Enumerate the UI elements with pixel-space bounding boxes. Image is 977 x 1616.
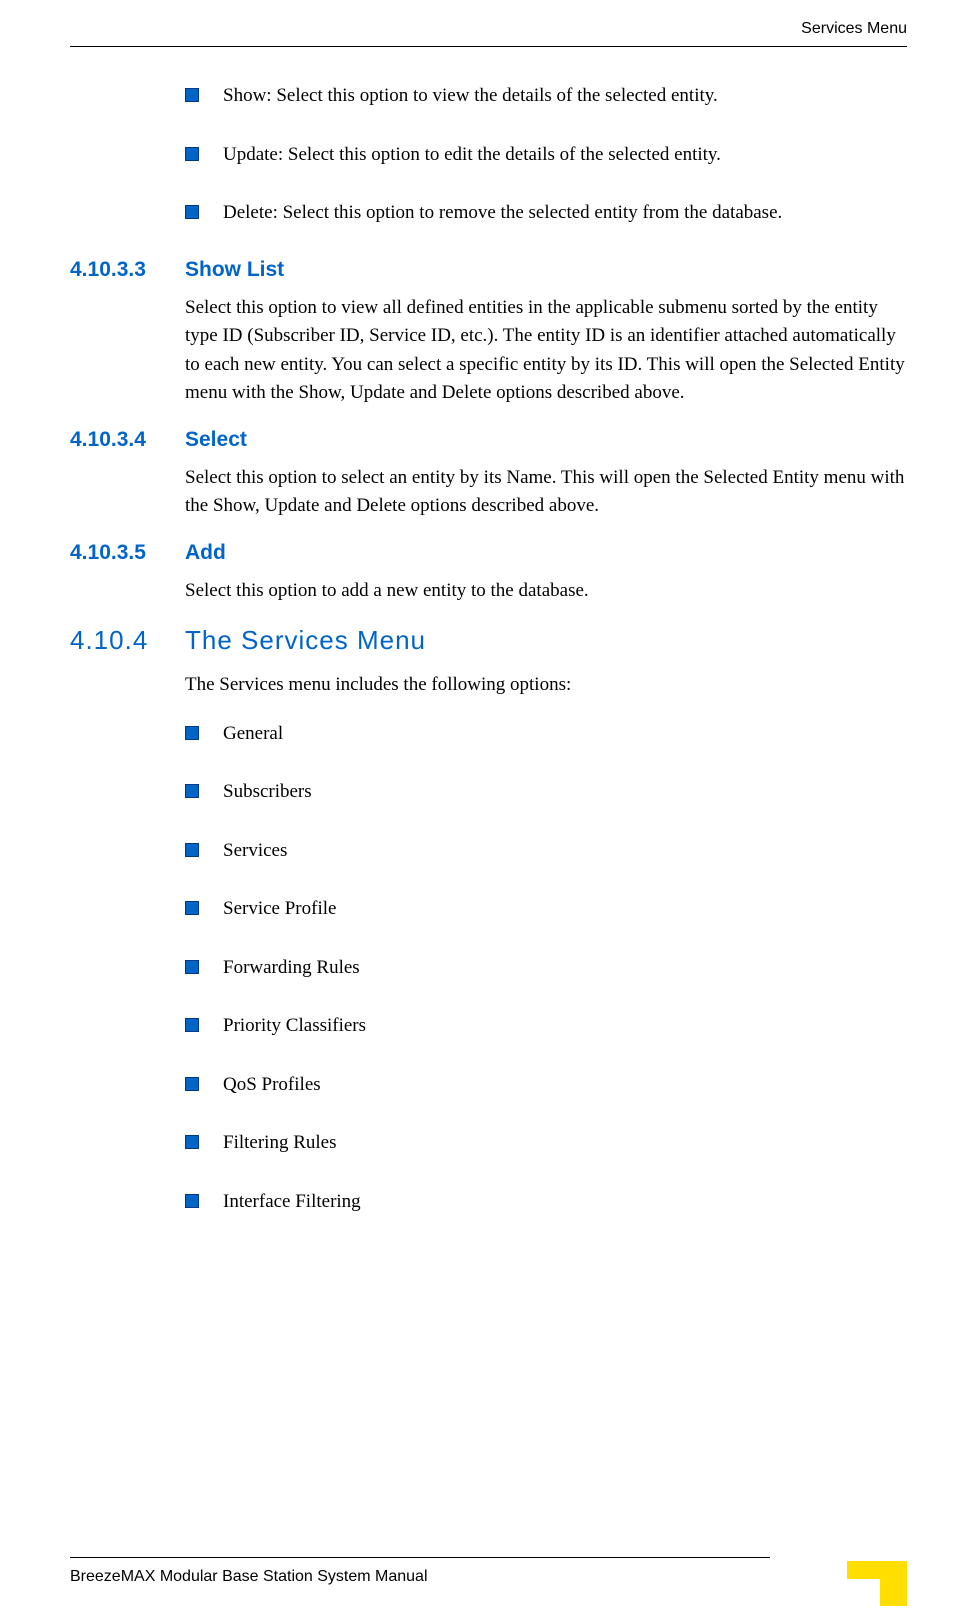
bullet-text: Services xyxy=(223,837,287,866)
section-title: Select xyxy=(185,428,247,452)
bullet-text: QoS Profiles xyxy=(223,1071,321,1100)
section-heading: 4.10.3.3 Show List xyxy=(70,258,907,282)
footer-content: BreezeMAX Modular Base Station System Ma… xyxy=(70,1568,907,1586)
main-section-title: The Services Menu xyxy=(185,625,426,656)
square-bullet-icon xyxy=(185,901,199,915)
list-item: Priority Classifiers xyxy=(185,1012,907,1041)
square-bullet-icon xyxy=(185,88,199,102)
footer-divider xyxy=(70,1557,770,1558)
section-body: Select this option to select an entity b… xyxy=(185,464,907,521)
square-bullet-icon xyxy=(185,1018,199,1032)
list-item: Subscribers xyxy=(185,778,907,807)
square-bullet-icon xyxy=(185,960,199,974)
bullet-text: General xyxy=(223,720,283,749)
mark-part xyxy=(880,1579,907,1606)
list-item: Filtering Rules xyxy=(185,1129,907,1158)
list-item: Update: Select this option to edit the d… xyxy=(185,141,907,170)
section-body: Select this option to view all defined e… xyxy=(185,294,907,408)
bullet-text: Interface Filtering xyxy=(223,1188,361,1217)
square-bullet-icon xyxy=(185,726,199,740)
corner-mark-icon xyxy=(847,1561,907,1606)
bullet-text: Priority Classifiers xyxy=(223,1012,366,1041)
section-heading: 4.10.3.4 Select xyxy=(70,428,907,452)
section-title: Show List xyxy=(185,258,284,282)
square-bullet-icon xyxy=(185,1077,199,1091)
header-title: Services Menu xyxy=(801,20,907,38)
list-item: Interface Filtering xyxy=(185,1188,907,1217)
bullet-text: Subscribers xyxy=(223,778,312,807)
list-item: Services xyxy=(185,837,907,866)
section-number: 4.10.3.4 xyxy=(70,428,185,452)
section-number: 4.10.3.3 xyxy=(70,258,185,282)
bullet-text: Show: Select this option to view the det… xyxy=(223,82,718,111)
bullet-text: Filtering Rules xyxy=(223,1129,336,1158)
page-header: Services Menu xyxy=(70,20,907,47)
bullet-list-top: Show: Select this option to view the det… xyxy=(185,82,907,228)
manual-name: BreezeMAX Modular Base Station System Ma… xyxy=(70,1568,428,1586)
bullet-list-menu: General Subscribers Services Service Pro… xyxy=(185,720,907,1217)
document-page: Services Menu Show: Select this option t… xyxy=(0,0,977,1616)
list-item: Service Profile xyxy=(185,895,907,924)
bullet-text: Forwarding Rules xyxy=(223,954,360,983)
list-item: Delete: Select this option to remove the… xyxy=(185,199,907,228)
main-section-heading: 4.10.4 The Services Menu xyxy=(70,625,907,656)
section-heading: 4.10.3.5 Add xyxy=(70,541,907,565)
square-bullet-icon xyxy=(185,784,199,798)
list-item: Show: Select this option to view the det… xyxy=(185,82,907,111)
list-item: QoS Profiles xyxy=(185,1071,907,1100)
square-bullet-icon xyxy=(185,205,199,219)
main-section-number: 4.10.4 xyxy=(70,625,185,656)
mark-part xyxy=(847,1561,907,1579)
list-item: General xyxy=(185,720,907,749)
square-bullet-icon xyxy=(185,1135,199,1149)
main-section-body: The Services menu includes the following… xyxy=(185,671,907,700)
list-item: Forwarding Rules xyxy=(185,954,907,983)
page-footer: BreezeMAX Modular Base Station System Ma… xyxy=(70,1557,907,1586)
bullet-text: Update: Select this option to edit the d… xyxy=(223,141,721,170)
square-bullet-icon xyxy=(185,843,199,857)
square-bullet-icon xyxy=(185,147,199,161)
square-bullet-icon xyxy=(185,1194,199,1208)
section-number: 4.10.3.5 xyxy=(70,541,185,565)
section-body: Select this option to add a new entity t… xyxy=(185,577,907,606)
bullet-text: Delete: Select this option to remove the… xyxy=(223,199,782,228)
section-title: Add xyxy=(185,541,226,565)
bullet-text: Service Profile xyxy=(223,895,336,924)
